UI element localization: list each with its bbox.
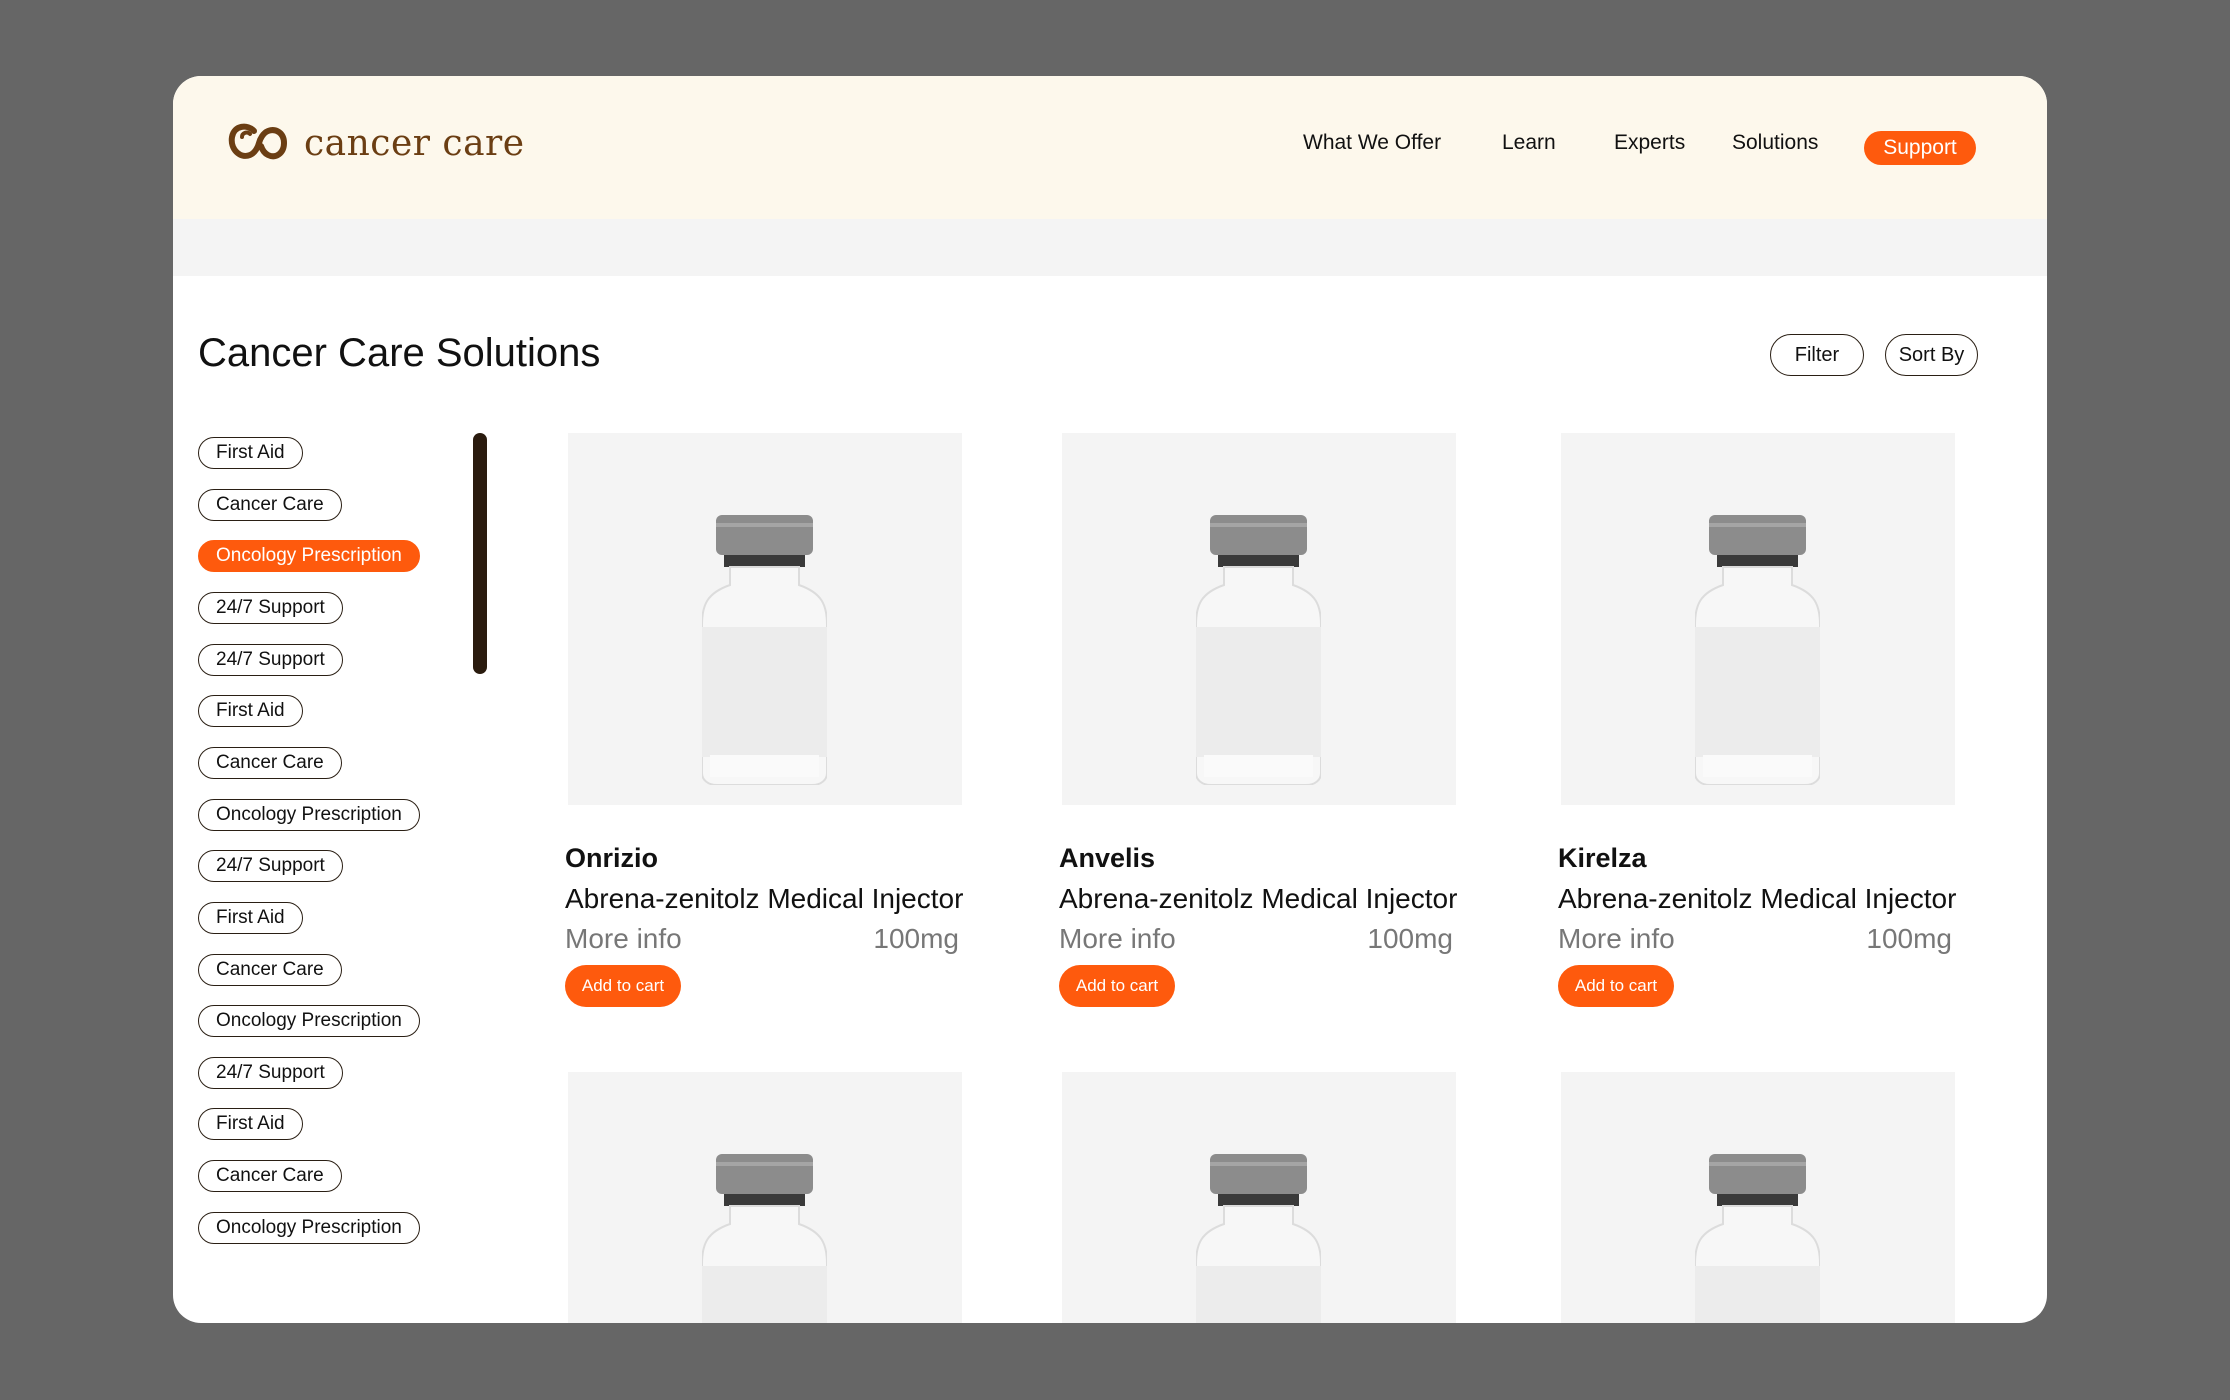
nav-learn[interactable]: Learn [1502, 131, 1556, 155]
nav-experts[interactable]: Experts [1614, 131, 1685, 155]
nav-what-we-offer[interactable]: What We Offer [1303, 131, 1441, 155]
category-chip-cancer-care[interactable]: Cancer Care [198, 1160, 342, 1192]
add-to-cart-button[interactable]: Add to cart [1558, 965, 1674, 1007]
vial-icon [1196, 1154, 1321, 1323]
more-info-link[interactable]: More info [1558, 923, 1675, 955]
add-to-cart-button[interactable]: Add to cart [1059, 965, 1175, 1007]
logo-icon [228, 123, 288, 160]
vial-icon [702, 1154, 827, 1323]
category-chip-oncology-prescription[interactable]: Oncology Prescription [198, 540, 420, 572]
support-button[interactable]: Support [1864, 131, 1976, 165]
product-image[interactable] [1062, 1072, 1456, 1323]
nav-solutions[interactable]: Solutions [1732, 131, 1818, 155]
category-chip-oncology-prescription[interactable]: Oncology Prescription [198, 1212, 420, 1244]
category-chip-support[interactable]: 24/7 Support [198, 1057, 343, 1089]
vial-icon [702, 515, 827, 785]
sidebar-scrollbar[interactable] [473, 433, 487, 674]
category-chip-cancer-care[interactable]: Cancer Care [198, 489, 342, 521]
product-name[interactable]: Kirelza [1558, 843, 1647, 874]
category-chip-cancer-care[interactable]: Cancer Care [198, 954, 342, 986]
product-name[interactable]: Anvelis [1059, 843, 1155, 874]
product-image[interactable] [1561, 433, 1955, 805]
more-info-link[interactable]: More info [1059, 923, 1176, 955]
header-band [173, 219, 2047, 276]
product-description: Abrena-zenitolz Medical Injector [1059, 883, 1458, 914]
more-info-link[interactable]: More info [565, 923, 682, 955]
product-name[interactable]: Onrizio [565, 843, 658, 874]
app-window: cancer care What We Offer Learn Experts … [173, 76, 2047, 1323]
brand-logo[interactable]: cancer care [228, 121, 525, 165]
category-chip-first-aid[interactable]: First Aid [198, 695, 303, 727]
vial-icon [1695, 1154, 1820, 1323]
category-chip-oncology-prescription[interactable]: Oncology Prescription [198, 799, 420, 831]
site-header: cancer care What We Offer Learn Experts … [173, 76, 2047, 219]
category-chip-support[interactable]: 24/7 Support [198, 644, 343, 676]
product-image[interactable] [568, 433, 962, 805]
vial-icon [1695, 515, 1820, 785]
product-dose: 100mg [873, 923, 959, 954]
category-chip-support[interactable]: 24/7 Support [198, 850, 343, 882]
category-chip-first-aid[interactable]: First Aid [198, 437, 303, 469]
sort-by-button[interactable]: Sort By [1885, 334, 1978, 376]
product-image[interactable] [1561, 1072, 1955, 1323]
vial-icon [1196, 515, 1321, 785]
category-chip-cancer-care[interactable]: Cancer Care [198, 747, 342, 779]
product-description: Abrena-zenitolz Medical Injector [1558, 883, 1957, 914]
category-chip-support[interactable]: 24/7 Support [198, 592, 343, 624]
page-title: Cancer Care Solutions [198, 331, 601, 375]
product-image[interactable] [568, 1072, 962, 1323]
product-dose: 100mg [1367, 923, 1453, 954]
product-description: Abrena-zenitolz Medical Injector [565, 883, 964, 914]
brand-name: cancer care [304, 122, 525, 164]
filter-button[interactable]: Filter [1770, 334, 1864, 376]
add-to-cart-button[interactable]: Add to cart [565, 965, 681, 1007]
category-chip-first-aid[interactable]: First Aid [198, 902, 303, 934]
product-image[interactable] [1062, 433, 1456, 805]
product-dose: 100mg [1866, 923, 1952, 954]
category-chip-oncology-prescription[interactable]: Oncology Prescription [198, 1005, 420, 1037]
category-chip-first-aid[interactable]: First Aid [198, 1108, 303, 1140]
